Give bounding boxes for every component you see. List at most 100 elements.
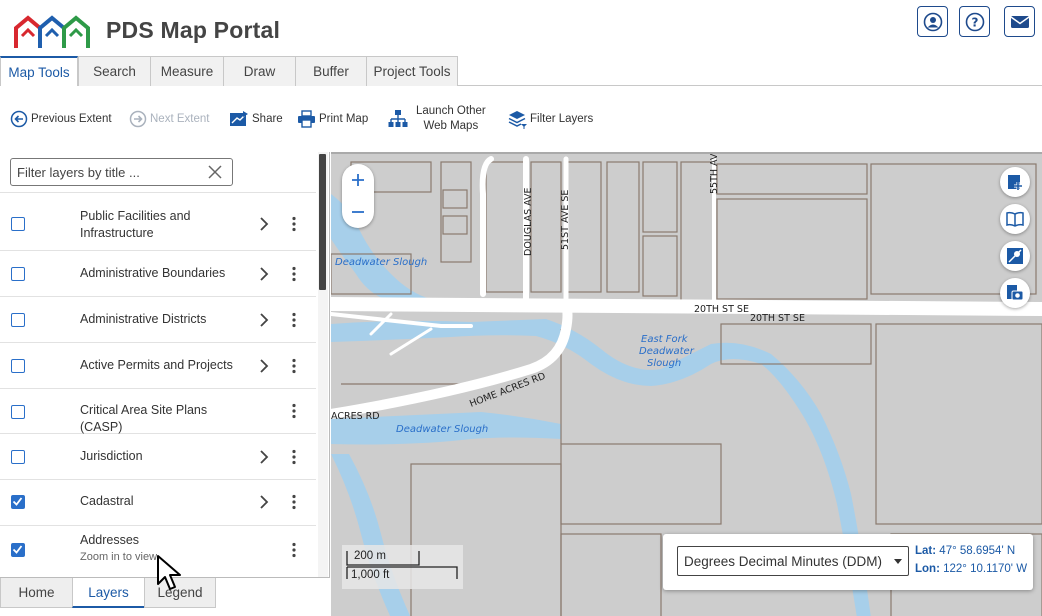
tab-layers[interactable]: Layers: [72, 578, 145, 608]
layer-checkbox[interactable]: [11, 217, 25, 231]
share-map-icon: [230, 111, 248, 126]
longitude-label: Lon:: [915, 563, 940, 575]
layer-checkbox[interactable]: [11, 450, 25, 464]
map-view[interactable]: DOUGLAS AVE 51ST AVE SE 55TH AV 20TH ST …: [331, 152, 1042, 616]
chevron-right-icon[interactable]: [259, 267, 269, 281]
layer-checkbox[interactable]: [11, 359, 25, 373]
more-vertical-icon[interactable]: [289, 542, 299, 558]
list-divider: [0, 192, 316, 193]
previous-extent-button[interactable]: Previous Extent: [10, 86, 112, 152]
layer-label: Critical Area Site Plans (CASP): [80, 403, 208, 434]
filter-layers-button[interactable]: Filter Layers: [507, 86, 593, 152]
layer-checkbox-checked[interactable]: [11, 543, 25, 557]
share-button[interactable]: Share: [229, 86, 283, 152]
camera-icon: [1007, 285, 1024, 301]
layer-label: Administrative Boundaries: [80, 266, 226, 280]
scrollbar-thumb[interactable]: [319, 154, 326, 290]
map-add-icon: [1008, 175, 1022, 190]
map-snapshot-button[interactable]: [1000, 278, 1030, 308]
road-label-20th-b: 20TH ST SE: [750, 313, 805, 324]
zoom-in-button[interactable]: [342, 164, 374, 196]
launch-label-line1: Launch Other: [416, 105, 486, 117]
previous-extent-label: Previous Extent: [31, 113, 112, 125]
tab-home[interactable]: Home: [0, 578, 73, 608]
main-tabbar: Map Tools Search Measure Draw Buffer Pro…: [0, 56, 1042, 87]
layer-row-critical-area-site-plans: Critical Area Site Plans (CASP): [0, 389, 316, 434]
tab-draw[interactable]: Draw: [223, 56, 296, 86]
add-layer-button[interactable]: [1000, 167, 1030, 197]
layer-row-administrative-boundaries: Administrative Boundaries: [0, 251, 316, 297]
chevron-right-icon[interactable]: [259, 495, 269, 509]
tab-search[interactable]: Search: [78, 56, 151, 86]
layer-checkbox[interactable]: [11, 405, 25, 419]
zoom-control: [342, 164, 374, 228]
more-vertical-icon[interactable]: [289, 449, 299, 465]
print-map-label: Print Map: [319, 113, 369, 125]
map-pin-icon: [1007, 248, 1023, 264]
layer-row-active-permits: Active Permits and Projects: [0, 343, 316, 389]
map-portal-app: PDS Map Portal ? Map Tools Search Measur…: [0, 0, 1042, 616]
zoom-out-button[interactable]: [342, 196, 374, 228]
layer-row-cadastral: Cadastral: [0, 480, 316, 526]
water-label-east-fork: East Fork: [641, 334, 689, 345]
next-extent-label: Next Extent: [150, 113, 210, 125]
book-icon: [1006, 211, 1024, 227]
minus-icon: [352, 211, 364, 213]
road-label-51st: 51ST AVE SE: [560, 190, 571, 250]
chevron-right-icon[interactable]: [259, 313, 269, 327]
layer-checkbox[interactable]: [11, 313, 25, 327]
tab-measure[interactable]: Measure: [150, 56, 224, 86]
layer-label: Jurisdiction: [80, 449, 143, 463]
user-icon: [923, 12, 942, 31]
longitude-readout: Lon: 122° 10.1170' W: [915, 563, 1027, 575]
layer-list-scrollbar[interactable]: [318, 152, 328, 577]
plus-icon: [352, 174, 364, 186]
tab-map-tools[interactable]: Map Tools: [0, 56, 78, 87]
tab-project-tools[interactable]: Project Tools: [366, 56, 458, 86]
account-button[interactable]: [917, 6, 948, 37]
latitude-label: Lat:: [915, 545, 937, 557]
launch-other-web-maps-button[interactable]: Launch Other Web Maps: [388, 86, 486, 152]
road-label-20th-a: 20TH ST SE: [694, 304, 749, 315]
layer-label: Active Permits and Projects: [80, 358, 233, 372]
water-label-deadwater-1: Deadwater Slough: [335, 257, 427, 268]
contact-button[interactable]: [1004, 6, 1035, 37]
checkmark-icon: [12, 545, 23, 554]
layer-label: Cadastral: [80, 494, 134, 508]
layers-panel: Public Facilities and Infrastructure Adm…: [0, 152, 330, 616]
layer-filter-input[interactable]: [17, 162, 197, 182]
layer-row-public-facilities: Public Facilities and Infrastructure: [0, 197, 316, 251]
chevron-right-icon[interactable]: [259, 450, 269, 464]
clear-icon[interactable]: [208, 165, 222, 179]
help-button[interactable]: ?: [959, 6, 990, 37]
more-vertical-icon[interactable]: [289, 403, 299, 419]
road-label-55th: 55TH AV: [709, 154, 720, 194]
chevron-right-icon[interactable]: [259, 217, 269, 231]
tab-buffer[interactable]: Buffer: [295, 56, 367, 86]
help-icon: ?: [965, 12, 984, 31]
coordinate-format-select[interactable]: Degrees Decimal Minutes (DDM): [677, 546, 909, 576]
mouse-cursor-icon: [157, 555, 181, 590]
layer-list: Public Facilities and Infrastructure Adm…: [0, 197, 316, 577]
road-label-douglas: DOUGLAS AVE: [523, 187, 534, 256]
scale-bar: 200 m 1,000 ft: [342, 545, 463, 589]
more-vertical-icon[interactable]: [289, 312, 299, 328]
layer-checkbox[interactable]: [11, 267, 25, 281]
chevron-right-icon[interactable]: [259, 359, 269, 373]
share-label: Share: [252, 113, 283, 125]
print-map-button[interactable]: Print Map: [297, 86, 368, 152]
next-extent-button[interactable]: Next Extent: [129, 86, 209, 152]
latitude-readout: Lat: 47° 58.6954' N: [915, 545, 1015, 557]
water-label-east-fork-2: Deadwater: [639, 346, 695, 357]
more-vertical-icon[interactable]: [289, 358, 299, 374]
layer-checkbox-checked[interactable]: [11, 495, 25, 509]
bookmarks-button[interactable]: [1000, 204, 1030, 234]
basemap-button[interactable]: [1000, 241, 1030, 271]
more-vertical-icon[interactable]: [289, 266, 299, 282]
checkmark-icon: [12, 497, 23, 506]
more-vertical-icon[interactable]: [289, 494, 299, 510]
more-vertical-icon[interactable]: [289, 216, 299, 232]
latitude-value: 47° 58.6954' N: [939, 545, 1016, 557]
launch-label-line2: Web Maps: [423, 120, 479, 132]
filter-layers-label: Filter Layers: [530, 113, 594, 125]
